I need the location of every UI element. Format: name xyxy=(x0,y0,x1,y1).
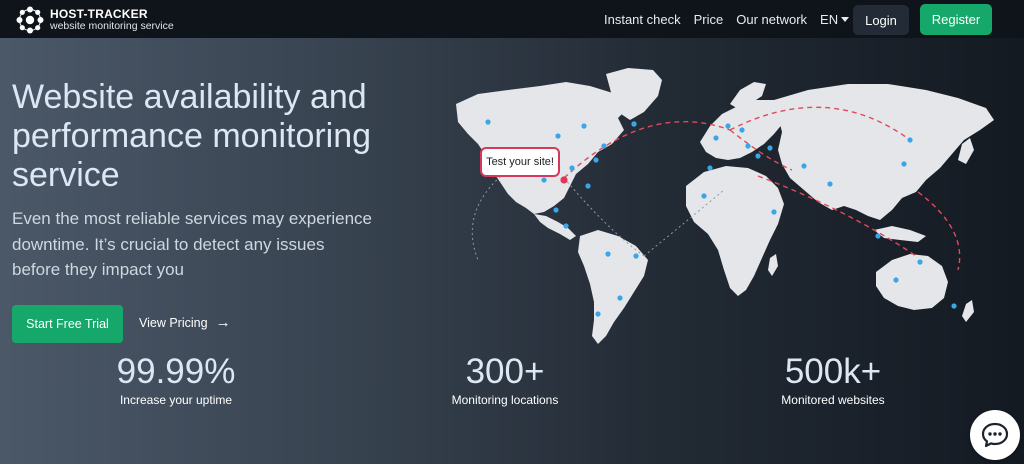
location-dot xyxy=(585,183,591,189)
location-dot xyxy=(595,311,601,317)
brand-subtitle: website monitoring service xyxy=(50,20,174,32)
location-dot xyxy=(713,135,719,141)
selected-location-marker xyxy=(560,176,568,184)
register-button[interactable]: Register xyxy=(920,4,992,35)
language-label: EN xyxy=(820,11,839,27)
location-dot xyxy=(633,253,639,259)
location-dot xyxy=(707,165,713,171)
chat-bubble-icon xyxy=(981,422,1009,448)
location-dot xyxy=(563,223,569,229)
hero-title: Website availability and performance mon… xyxy=(12,78,372,194)
location-dot xyxy=(901,161,907,167)
stat-label: Increase your uptime xyxy=(119,393,233,407)
stat-websites: 500k+ Monitored websites xyxy=(761,352,905,407)
location-dot xyxy=(745,143,751,149)
nav-link-price[interactable]: Price xyxy=(694,12,724,27)
nav-links: Instant check Price Our network EN xyxy=(604,0,850,38)
location-dot xyxy=(767,145,773,151)
continent-africa xyxy=(686,166,784,296)
location-dot xyxy=(907,137,913,143)
location-dot xyxy=(617,295,623,301)
brand-text: HOST-TRACKER website monitoring service xyxy=(50,8,174,32)
view-pricing-label: View Pricing xyxy=(139,316,208,330)
location-dot xyxy=(917,259,923,265)
stat-label: Monitored websites xyxy=(781,393,885,407)
location-dot xyxy=(771,209,777,215)
world-map xyxy=(456,68,994,344)
brand-logo[interactable]: HOST-TRACKER website monitoring service xyxy=(16,6,174,34)
location-dot xyxy=(593,157,599,163)
login-button[interactable]: Login xyxy=(853,5,909,35)
continent-madagascar xyxy=(768,254,778,276)
location-dot xyxy=(485,119,491,125)
stat-value: 300+ xyxy=(465,352,545,391)
location-dot xyxy=(801,163,807,169)
location-dot xyxy=(875,233,881,239)
view-pricing-link[interactable]: View Pricing → xyxy=(139,314,231,331)
continent-australia xyxy=(876,254,948,310)
location-dot xyxy=(541,177,547,183)
location-dot xyxy=(755,153,761,159)
location-dot xyxy=(569,165,575,171)
location-dot xyxy=(893,277,899,283)
map-continents xyxy=(456,68,994,344)
location-dot xyxy=(553,207,559,213)
continent-south-america xyxy=(578,230,648,344)
nav-link-our-network[interactable]: Our network xyxy=(736,12,807,27)
continent-new-zealand xyxy=(962,300,974,322)
location-dot xyxy=(951,303,957,309)
brand-title: HOST-TRACKER xyxy=(50,7,148,21)
stat-locations: 300+ Monitoring locations xyxy=(433,352,577,407)
caret-down-icon xyxy=(841,16,850,22)
nav-link-instant-check[interactable]: Instant check xyxy=(604,12,681,27)
location-dot xyxy=(701,193,707,199)
language-selector[interactable]: EN xyxy=(820,11,850,27)
location-dot xyxy=(605,251,611,257)
stat-label: Monitoring locations xyxy=(451,393,559,407)
stat-uptime: 99.99% Increase your uptime xyxy=(104,352,248,407)
location-dot xyxy=(601,143,607,149)
test-your-site-tooltip[interactable]: Test your site! xyxy=(480,147,560,177)
location-dot xyxy=(631,121,637,127)
continent-central-america xyxy=(534,214,576,240)
location-dot xyxy=(827,181,833,187)
location-dot xyxy=(739,127,745,133)
stat-value: 99.99% xyxy=(116,352,236,391)
hero-description: Even the most reliable services may expe… xyxy=(12,209,372,279)
globe-network-icon xyxy=(16,6,44,34)
chat-button[interactable] xyxy=(970,410,1020,460)
location-dot xyxy=(555,133,561,139)
location-dot xyxy=(725,123,731,129)
start-free-trial-button[interactable]: Start Free Trial xyxy=(12,305,123,343)
stat-value: 500k+ xyxy=(784,352,882,391)
location-dot xyxy=(581,123,587,129)
arrow-right-icon: → xyxy=(215,314,231,331)
top-navbar: HOST-TRACKER website monitoring service … xyxy=(0,0,1024,38)
